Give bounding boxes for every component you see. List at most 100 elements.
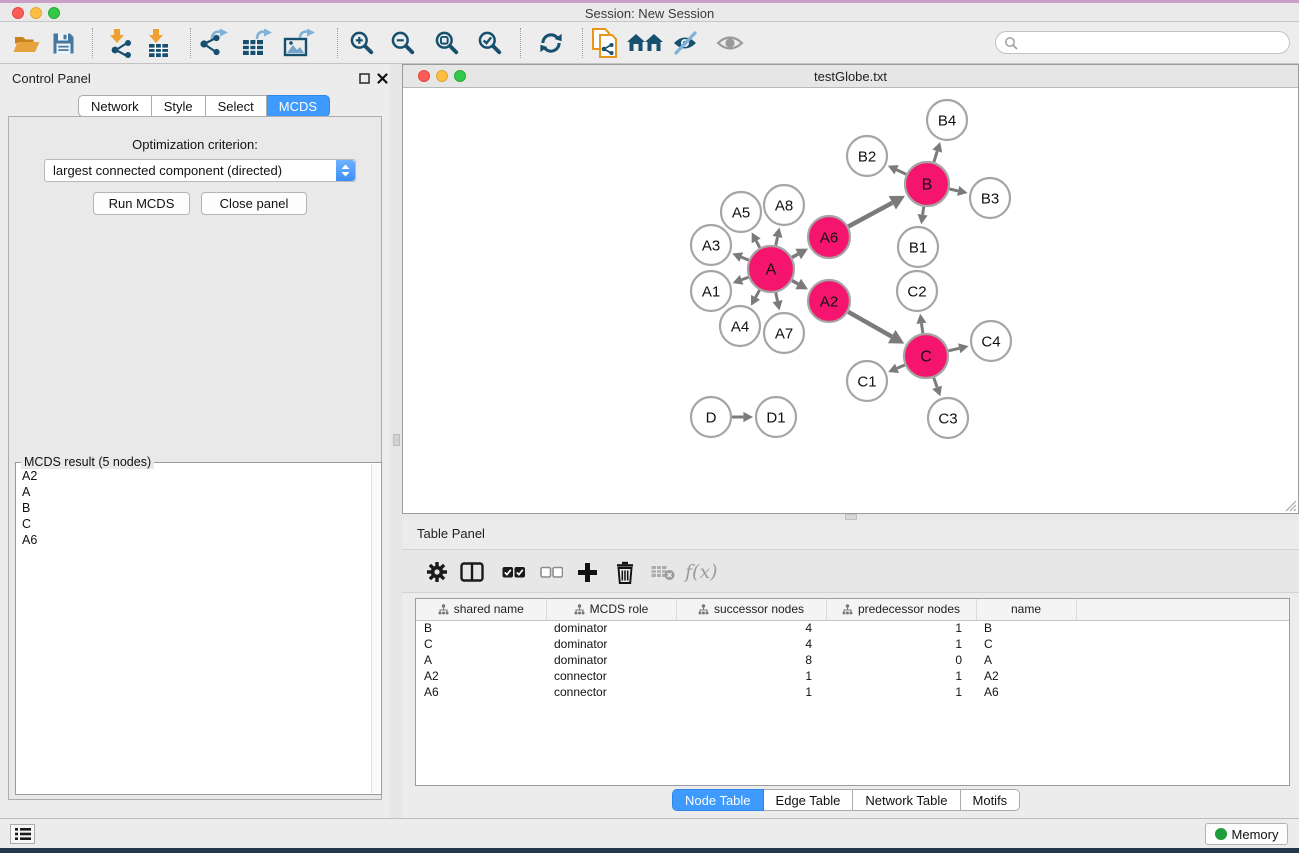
graph-node-B2[interactable]: B2 [847, 136, 887, 176]
float-panel-button[interactable] [359, 73, 372, 86]
network-window-titlebar[interactable]: testGlobe.txt [403, 65, 1298, 88]
graph-edge[interactable] [923, 207, 924, 215]
table-cell[interactable]: 8 [676, 652, 826, 668]
graph-edge[interactable] [934, 151, 937, 162]
graph-edge[interactable] [756, 241, 760, 248]
graph-node-A7[interactable]: A7 [764, 313, 804, 353]
select-all-rows-button[interactable] [502, 557, 525, 587]
table-cell[interactable]: 1 [826, 668, 976, 684]
table-row[interactable]: Bdominator41B [416, 620, 1289, 636]
graph-edge[interactable] [848, 312, 892, 337]
table-cell[interactable]: 4 [676, 636, 826, 652]
splitter-grip[interactable] [393, 434, 400, 446]
close-panel-button-icon[interactable] [377, 73, 390, 86]
tab-edge-table[interactable]: Edge Table [764, 789, 854, 811]
graph-node-A5[interactable]: A5 [721, 192, 761, 232]
graph-edge[interactable] [921, 323, 922, 333]
table-cell[interactable]: A [976, 652, 1076, 668]
graph-node-A[interactable]: A [748, 246, 794, 292]
table-cell[interactable]: C [976, 636, 1076, 652]
table-cell[interactable]: A6 [416, 684, 546, 700]
tab-network[interactable]: Network [78, 95, 152, 117]
graph-edge[interactable] [742, 277, 749, 280]
graph-node-A8[interactable]: A8 [764, 185, 804, 225]
mcds-result-item[interactable]: B [17, 500, 370, 516]
table-cell[interactable]: 0 [826, 652, 976, 668]
graph-node-C2[interactable]: C2 [897, 271, 937, 311]
table-cell[interactable]: 1 [826, 684, 976, 700]
network-graph[interactable]: ABCA2A6A1A3A4A5A7A8B1B2B3B4C1C2C3C4DD1 [403, 88, 1298, 513]
graph-node-A3[interactable]: A3 [691, 225, 731, 265]
graph-edge[interactable] [897, 170, 907, 174]
hide-graphics-details-button[interactable] [672, 26, 700, 60]
graph-edge[interactable] [776, 237, 778, 246]
graph-node-C3[interactable]: C3 [928, 398, 968, 438]
column-header-name[interactable]: name [976, 599, 1076, 620]
export-table-button[interactable] [241, 26, 273, 60]
vertical-splitter[interactable] [390, 64, 402, 818]
mcds-result-item[interactable]: A [17, 484, 370, 500]
table-cell[interactable]: dominator [546, 620, 676, 636]
zoom-selected-button[interactable] [477, 26, 503, 60]
window-resize-grip[interactable] [1283, 498, 1297, 512]
graph-node-A1[interactable]: A1 [691, 271, 731, 311]
table-cell[interactable]: A2 [416, 668, 546, 684]
graph-edge[interactable] [792, 254, 798, 257]
tab-network-table[interactable]: Network Table [853, 789, 960, 811]
graph-edge[interactable] [848, 203, 892, 227]
node-table[interactable]: shared name MCDS role successor nodes pr… [415, 598, 1290, 786]
graph-edge[interactable] [949, 189, 958, 191]
graph-edge[interactable] [934, 378, 937, 388]
graph-edge[interactable] [776, 293, 778, 302]
split-table-button[interactable] [460, 557, 484, 587]
table-row[interactable]: A6connector11A6 [416, 684, 1289, 700]
table-cell[interactable]: dominator [546, 636, 676, 652]
graph-node-B3[interactable]: B3 [970, 178, 1010, 218]
run-mcds-button[interactable]: Run MCDS [93, 192, 190, 215]
function-builder-button[interactable]: f(x) [685, 557, 718, 587]
graph-node-A4[interactable]: A4 [720, 306, 760, 346]
table-cell[interactable]: 1 [826, 620, 976, 636]
search-input[interactable] [1018, 36, 1289, 50]
graph-node-D1[interactable]: D1 [756, 397, 796, 437]
table-cell[interactable]: A [416, 652, 546, 668]
delete-columns-button[interactable] [615, 557, 635, 587]
table-cell[interactable]: 1 [826, 636, 976, 652]
mcds-result-scrollbar[interactable] [371, 464, 380, 793]
graph-node-C1[interactable]: C1 [847, 361, 887, 401]
table-cell[interactable]: connector [546, 684, 676, 700]
open-session-button[interactable] [13, 26, 41, 60]
mcds-result-item[interactable]: A6 [17, 532, 370, 548]
table-row[interactable]: Adominator80A [416, 652, 1289, 668]
tab-mcds[interactable]: MCDS [267, 95, 330, 117]
table-cell[interactable]: 1 [676, 668, 826, 684]
search-field[interactable] [995, 31, 1290, 54]
graph-node-C4[interactable]: C4 [971, 321, 1011, 361]
mcds-result-item[interactable]: A2 [17, 468, 370, 484]
tab-node-table[interactable]: Node Table [672, 789, 764, 811]
import-network-button[interactable] [106, 26, 134, 60]
graph-node-B4[interactable]: B4 [927, 100, 967, 140]
column-header-mcds-role[interactable]: MCDS role [546, 599, 676, 620]
graph-edge[interactable] [792, 281, 798, 284]
column-header-successor-nodes[interactable]: successor nodes [676, 599, 826, 620]
task-history-button[interactable] [10, 824, 35, 844]
export-network-button[interactable] [199, 26, 229, 60]
table-row[interactable]: Cdominator41C [416, 636, 1289, 652]
memory-button[interactable]: Memory [1205, 823, 1288, 845]
graph-edge[interactable] [741, 257, 748, 260]
graph-edge[interactable] [897, 365, 905, 368]
graph-node-C[interactable]: C [904, 334, 948, 378]
column-header-predecessor-nodes[interactable]: predecessor nodes [826, 599, 976, 620]
table-cell[interactable]: B [976, 620, 1076, 636]
add-column-button[interactable] [577, 557, 598, 587]
table-cell[interactable]: B [416, 620, 546, 636]
duplicate-network-button[interactable] [591, 26, 621, 60]
graph-edge[interactable] [948, 348, 959, 350]
tab-style[interactable]: Style [152, 95, 206, 117]
import-table-button[interactable] [144, 26, 172, 60]
table-cell[interactable]: A2 [976, 668, 1076, 684]
table-row[interactable]: A2connector11A2 [416, 668, 1289, 684]
table-cell[interactable]: connector [546, 668, 676, 684]
column-settings-button[interactable] [426, 557, 448, 587]
